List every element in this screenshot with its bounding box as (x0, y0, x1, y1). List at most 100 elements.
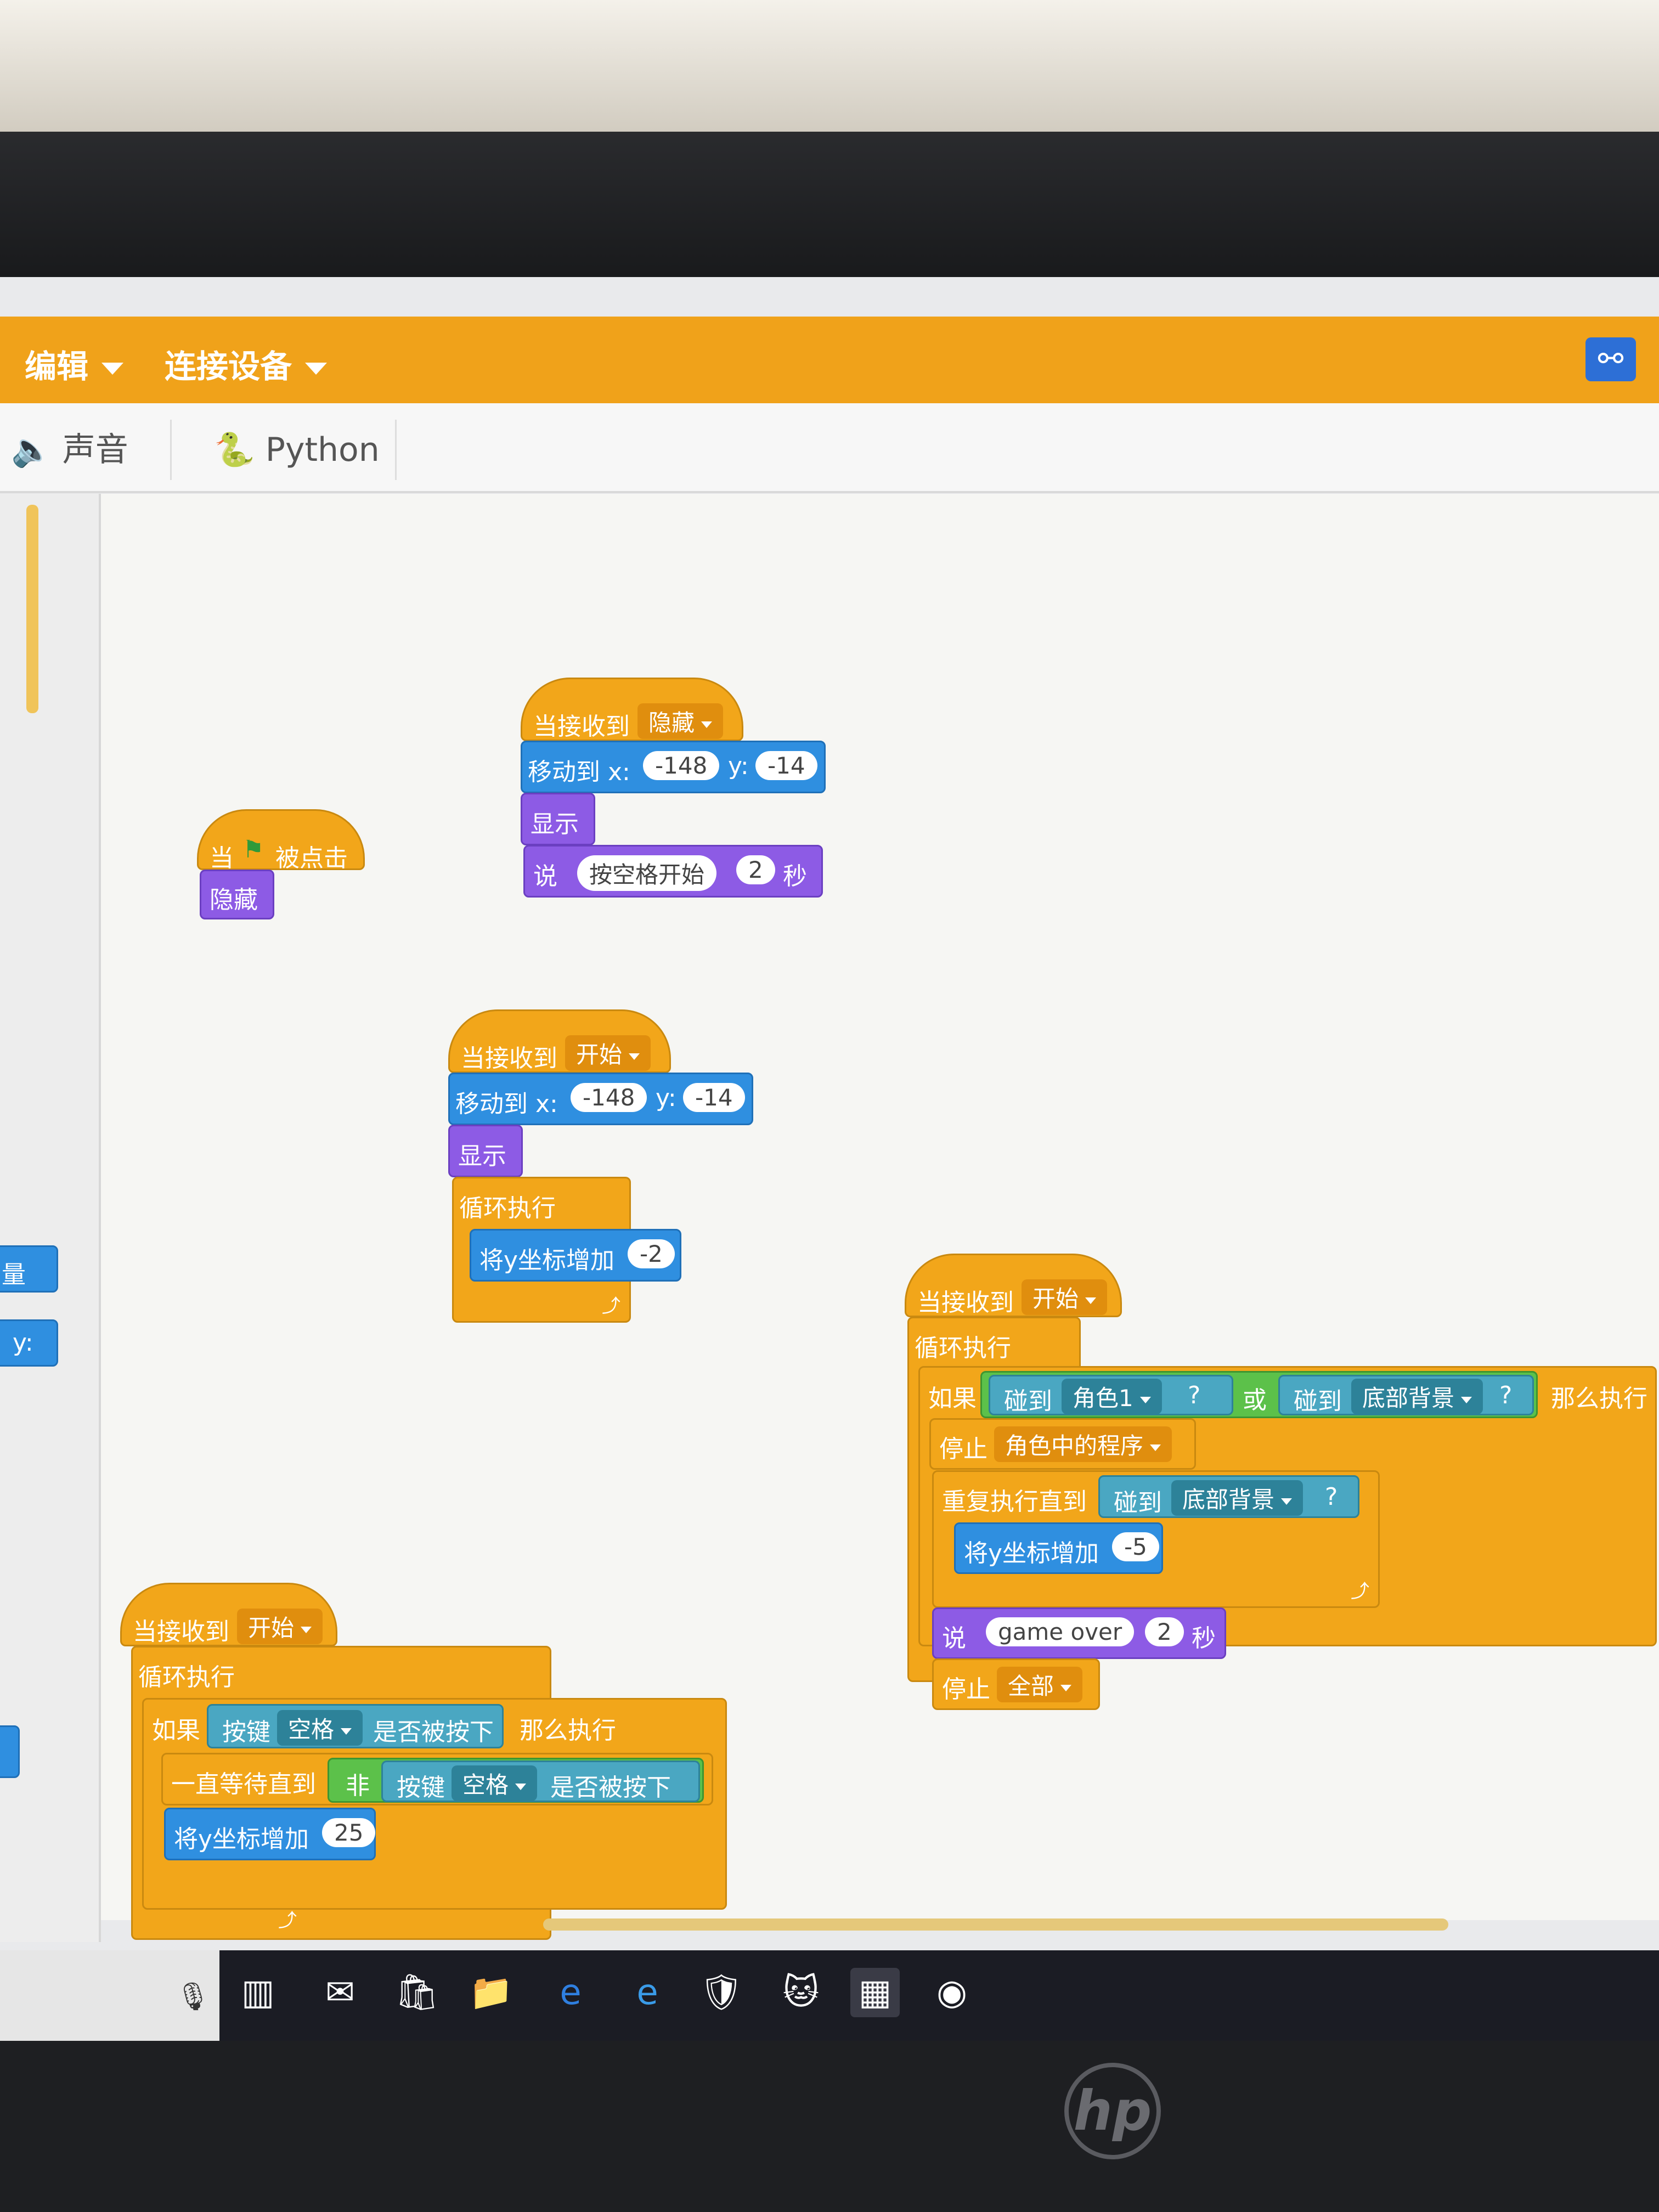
task-view-icon[interactable]: ▥ (233, 1968, 283, 2017)
y-input[interactable]: -14 (683, 1083, 745, 1112)
file-explorer-icon[interactable]: 📁 (466, 1968, 516, 2017)
x-input[interactable]: -148 (571, 1083, 647, 1112)
block-label: 显示 (458, 1142, 506, 1170)
menu-edit[interactable]: 编辑 (25, 341, 124, 387)
mail-icon[interactable]: ✉ (315, 1968, 365, 2017)
palette-block-fragment[interactable]: 量 (0, 1245, 58, 1293)
change-y-block[interactable]: 将y坐标增加 -2 (470, 1229, 681, 1282)
message-dropdown[interactable]: 开始 (237, 1609, 323, 1644)
menu-edit-label: 编辑 (25, 348, 89, 385)
secs-input[interactable]: 2 (1145, 1617, 1184, 1646)
say-text-input[interactable]: 按空格开始 (577, 855, 717, 891)
x-input[interactable]: -148 (643, 751, 720, 780)
say-text-input[interactable]: game over (986, 1617, 1135, 1646)
touching-condition[interactable]: 碰到 底部背景 ? (1278, 1375, 1534, 1415)
canvas-horizontal-scrollbar[interactable] (543, 1918, 1448, 1931)
stop-dropdown[interactable]: 角色中的程序 (994, 1426, 1172, 1462)
taskbar-search-box[interactable]: 🎙 (0, 1950, 219, 2041)
speaker-icon: 🔈 (11, 431, 52, 469)
block-label: 停止 (939, 1435, 988, 1463)
block-label: 如果 (928, 1385, 977, 1413)
palette-block-fragment[interactable] (0, 1725, 20, 1778)
touching-condition[interactable]: 碰到 底部背景 ? (1098, 1475, 1359, 1518)
background-dropdown[interactable]: 底部背景 (1351, 1379, 1483, 1414)
change-y-block[interactable]: 将y坐标增加 -5 (954, 1522, 1163, 1574)
change-y-block[interactable]: 将y坐标增加 25 (164, 1808, 376, 1860)
stop-all-block[interactable]: 停止 全部 (932, 1658, 1100, 1710)
block-label: 移动到 x: (528, 758, 630, 786)
y-input[interactable]: -14 (755, 751, 817, 780)
move-to-block[interactable]: 移动到 x: -148 y: -14 (448, 1073, 753, 1125)
block-label: 移动到 x: (455, 1090, 558, 1118)
when-receive-hat-block[interactable]: 当接收到 隐藏 (521, 678, 743, 741)
touching-condition[interactable]: 碰到 角色1 ? (989, 1375, 1233, 1415)
key-pressed-condition[interactable]: 按键 空格 是否被按下 (207, 1704, 504, 1748)
or-operator[interactable]: 碰到 角色1 ? 或 碰到 底部背景 ? (980, 1371, 1538, 1418)
hp-logo-icon: hp (1064, 2063, 1161, 2159)
block-label: 碰到 (1294, 1387, 1342, 1415)
dropdown-value: 角色1 (1073, 1385, 1133, 1412)
say-for-secs-block[interactable]: 说 game over 2 秒 (932, 1607, 1226, 1659)
stop-block[interactable]: 停止 角色中的程序 (929, 1418, 1196, 1470)
mblock-app-icon[interactable]: 🐱 (776, 1968, 826, 2017)
block-label: 将y坐标增加 (174, 1825, 309, 1853)
not-operator[interactable]: 非 按键 空格 是否被按下 (328, 1758, 704, 1803)
wait-until-block[interactable]: 一直等待直到 非 按键 空格 是否被按下 (161, 1753, 713, 1805)
app-shield-icon[interactable]: 🛡 (697, 1968, 746, 2017)
tab-python[interactable]: 🐍 Python (176, 420, 397, 480)
sprite-dropdown[interactable]: 角色1 (1062, 1379, 1162, 1414)
block-label: ? (1499, 1381, 1513, 1409)
move-to-block[interactable]: 移动到 x: -148 y: -14 (521, 741, 826, 793)
block-label: ? (1188, 1381, 1201, 1409)
chevron-down-icon (301, 1626, 312, 1633)
python-icon: 🐍 (214, 431, 255, 469)
palette-scrollbar[interactable] (26, 505, 38, 713)
dropdown-value: 空格 (462, 1771, 509, 1798)
dropdown-value: 全部 (1008, 1673, 1054, 1700)
block-label: 被点击 (275, 844, 348, 872)
stop-dropdown[interactable]: 全部 (997, 1667, 1083, 1702)
message-dropdown[interactable]: 开始 (565, 1035, 651, 1071)
block-label: 如果 (152, 1717, 200, 1745)
key-dropdown[interactable]: 空格 (277, 1710, 363, 1746)
chevron-down-icon (515, 1783, 527, 1790)
say-for-secs-block[interactable]: 说 按空格开始 2 秒 (523, 845, 823, 898)
palette-block-fragment[interactable]: y: (0, 1319, 58, 1367)
change-y-input[interactable]: 25 (322, 1818, 376, 1847)
hide-block[interactable]: 隐藏 (200, 870, 274, 919)
when-flag-clicked-hat-block[interactable]: 当 ⚑ 被点击 (197, 809, 365, 872)
block-label: 按键 (222, 1718, 270, 1746)
chevron-down-icon (1060, 1684, 1072, 1691)
when-receive-hat-block[interactable]: 当接收到 开始 (120, 1583, 337, 1646)
menu-connect-device[interactable]: 连接设备 (165, 341, 328, 387)
store-icon[interactable]: 🛍 (392, 1968, 442, 2017)
key-dropdown[interactable]: 空格 (452, 1765, 538, 1801)
chevron-down-icon (1085, 1297, 1097, 1304)
chevron-down-icon (629, 1053, 640, 1060)
message-dropdown[interactable]: 开始 (1022, 1279, 1108, 1315)
when-receive-hat-block[interactable]: 当接收到 开始 (448, 1009, 671, 1073)
change-y-input[interactable]: -5 (1112, 1532, 1159, 1561)
edge-browser-icon[interactable]: e (546, 1968, 595, 2017)
background-dropdown[interactable]: 底部背景 (1171, 1480, 1304, 1516)
chevron-down-icon (305, 362, 328, 375)
mblock-active-app-icon[interactable]: ▦ (850, 1968, 900, 2017)
block-label: ? (1325, 1483, 1338, 1511)
key-pressed-condition[interactable]: 按键 空格 是否被按下 (381, 1760, 700, 1802)
chrome-browser-icon[interactable]: ◉ (927, 1968, 977, 2017)
extension-icon[interactable]: ⚯ (1585, 337, 1636, 381)
tab-sound[interactable]: 🔈 声音 (0, 420, 172, 480)
show-block[interactable]: 显示 (448, 1125, 523, 1177)
secs-input[interactable]: 2 (736, 855, 775, 884)
block-label: 秒 (1192, 1624, 1216, 1652)
taskbar: 🎙 ▥ ✉ 🛍 📁 e e 🛡 🐱 ▦ ◉ (0, 1950, 1659, 2041)
when-receive-hat-block[interactable]: 当接收到 开始 (905, 1254, 1122, 1317)
menu-bar: 编辑 连接设备 ⚯ (0, 317, 1659, 403)
message-dropdown[interactable]: 隐藏 (637, 703, 724, 739)
block-label: 一直等待直到 (171, 1770, 316, 1798)
microphone-icon[interactable]: 🎙 (176, 1980, 210, 2013)
internet-explorer-icon[interactable]: e (623, 1968, 672, 2017)
change-y-input[interactable]: -2 (628, 1239, 675, 1268)
show-block[interactable]: 显示 (521, 793, 595, 845)
block-label: 停止 (942, 1675, 990, 1703)
